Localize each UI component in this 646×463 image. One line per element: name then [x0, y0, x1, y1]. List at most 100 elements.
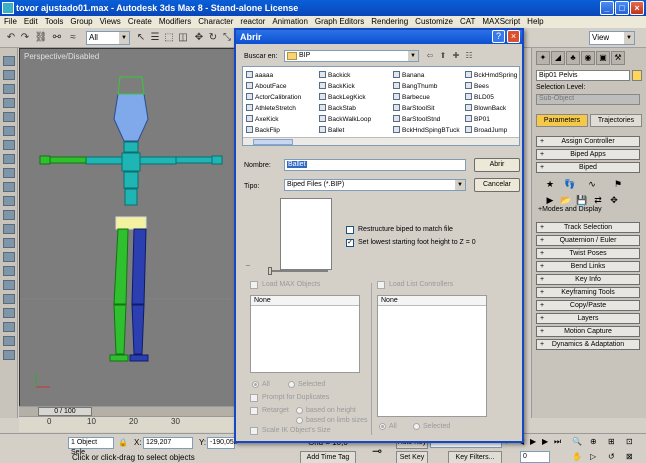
field-of-view-icon[interactable]: ▷	[590, 452, 596, 461]
file-item[interactable]: AthleteStretch	[246, 103, 301, 114]
select-object-icon[interactable]: ↖	[134, 31, 148, 45]
tool-icon[interactable]	[3, 56, 15, 66]
rollout-assign-controller[interactable]: + Assign Controller	[536, 136, 640, 147]
view-select[interactable]: View ▼	[589, 31, 635, 45]
rollout-layers[interactable]: + Layers	[536, 313, 640, 324]
tool-icon[interactable]	[3, 252, 15, 262]
tool-icon[interactable]	[3, 322, 15, 332]
radio-based-on-limb[interactable]	[296, 417, 303, 424]
arc-rotate-icon[interactable]: ↺	[608, 452, 615, 461]
x-coordinate-field[interactable]: 129,207	[143, 437, 193, 449]
tool-icon[interactable]	[3, 280, 15, 290]
up-folder-icon[interactable]: ⬆	[437, 50, 449, 62]
tool-icon[interactable]	[3, 140, 15, 150]
lock-icon[interactable]: 🔒	[118, 438, 128, 447]
tool-icon[interactable]	[3, 98, 15, 108]
tool-icon[interactable]	[3, 336, 15, 346]
dialog-close-button[interactable]: ×	[507, 30, 520, 43]
file-item[interactable]: BangThumb	[393, 81, 460, 92]
file-item[interactable]: AboutFace	[246, 81, 301, 92]
file-item[interactable]: BarStoolStnd	[393, 114, 460, 125]
file-item[interactable]: Backick	[319, 70, 371, 81]
display-tab-icon[interactable]: ▣	[596, 51, 610, 65]
rollout-track-selection[interactable]: + Track Selection	[536, 222, 640, 233]
modify-tab-icon[interactable]: ◢	[551, 51, 565, 65]
motion-tab-icon[interactable]: ◉	[581, 51, 595, 65]
rollout-key-info[interactable]: + Key Info	[536, 274, 640, 285]
preview-slider[interactable]	[268, 267, 328, 275]
parameters-tab[interactable]: Parameters	[536, 114, 588, 127]
file-item[interactable]: BarStoolSit	[393, 103, 460, 114]
tool-icon[interactable]	[3, 196, 15, 206]
menu-reactor[interactable]: reactor	[236, 16, 268, 26]
file-item[interactable]: BP01	[465, 114, 517, 125]
menu-graph-editors[interactable]: Graph Editors	[311, 16, 367, 26]
link-icon[interactable]: ⛓	[34, 31, 48, 45]
file-type-select[interactable]: Biped Files (*.BIP) ▼	[284, 179, 466, 191]
footstep-mode-icon[interactable]: 👣	[564, 178, 576, 190]
object-color-swatch[interactable]	[632, 70, 642, 81]
tool-icon[interactable]	[3, 308, 15, 318]
max-objects-list[interactable]: None	[250, 295, 360, 373]
file-item[interactable]: Barbecue	[393, 92, 460, 103]
tool-icon[interactable]	[3, 112, 15, 122]
add-time-tag-button[interactable]: Add Time Tag	[300, 451, 356, 463]
file-item[interactable]: BroadJump	[465, 125, 517, 136]
file-item[interactable]: BckHndSpingBTuck	[393, 125, 460, 136]
motion-flow-icon[interactable]: ∿	[586, 178, 598, 190]
tool-icon[interactable]	[3, 182, 15, 192]
file-item[interactable]: Bees	[465, 81, 517, 92]
rollout-copy-paste[interactable]: + Copy/Paste	[536, 300, 640, 311]
mixer-mode-icon[interactable]: ⚑	[612, 178, 624, 190]
file-item[interactable]: BLD05	[465, 92, 517, 103]
maximize-viewport-icon[interactable]: ⊡	[626, 437, 633, 446]
key-filters-button[interactable]: Key Filters...	[448, 451, 502, 463]
zoom-extents-icon[interactable]: ⊞	[608, 437, 615, 446]
rollout-twist-poses[interactable]: + Twist Poses	[536, 248, 640, 259]
object-name-field[interactable]: Bip01 Pelvis	[536, 70, 630, 81]
menu-character[interactable]: Character	[194, 16, 236, 26]
file-item[interactable]: BackKick	[319, 81, 371, 92]
sub-object-select[interactable]: Sub-Object	[536, 94, 640, 105]
next-frame-icon[interactable]: ▶	[542, 437, 548, 446]
tool-icon[interactable]	[3, 224, 15, 234]
new-folder-icon[interactable]: ✚	[450, 50, 462, 62]
file-item[interactable]: BackFlip	[246, 125, 301, 136]
restructure-checkbox[interactable]	[346, 226, 354, 234]
rollout-keyframing-tools[interactable]: + Keyframing Tools	[536, 287, 640, 298]
file-item[interactable]: AxeKick	[246, 114, 301, 125]
trajectories-tab[interactable]: Trajectories	[590, 114, 642, 127]
y-coordinate-field[interactable]: -190,052	[207, 437, 238, 449]
rollout-quaternion-euler[interactable]: + Quaternion / Euler	[536, 235, 640, 246]
set-lowest-checkbox[interactable]: ✓	[346, 239, 354, 247]
tool-icon[interactable]	[3, 266, 15, 276]
frame-indicator[interactable]: 0 / 100	[38, 407, 92, 416]
modes-and-display[interactable]: +Modes and Display	[538, 206, 602, 213]
tool-icon[interactable]	[3, 126, 15, 136]
select-by-name-icon[interactable]: ☰	[148, 31, 162, 45]
back-icon[interactable]: ⇦	[424, 50, 436, 62]
rectangular-selection-icon[interactable]: ⬚	[162, 31, 176, 45]
file-item[interactable]: BackStab	[319, 103, 371, 114]
rollout-dynamics-adaptation[interactable]: + Dynamics & Adaptation	[536, 339, 640, 350]
help-button[interactable]: ?	[492, 30, 505, 43]
file-item[interactable]: BackWalkLoop	[319, 114, 371, 125]
menu-animation[interactable]: Animation	[268, 16, 311, 26]
retarget-checkbox[interactable]	[250, 407, 258, 415]
convert-icon[interactable]: ⇄	[592, 194, 604, 206]
pan-icon[interactable]: ✋	[572, 452, 582, 461]
menu-group[interactable]: Group	[66, 16, 95, 26]
biped-playback-icon[interactable]: ▶	[544, 194, 556, 206]
file-item[interactable]: BlownBack	[465, 103, 517, 114]
file-item[interactable]: Banana	[393, 70, 460, 81]
file-name-input[interactable]: Ballet	[284, 159, 466, 171]
menu-views[interactable]: Views	[96, 16, 124, 26]
tool-icon[interactable]	[3, 210, 15, 220]
prompt-duplicates-checkbox[interactable]	[250, 394, 258, 402]
menu-modifiers[interactable]: Modifiers	[155, 16, 194, 26]
hierarchy-tab-icon[interactable]: ♣	[566, 51, 580, 65]
go-to-end-icon[interactable]: ⏭	[554, 437, 561, 447]
tool-icon[interactable]	[3, 70, 15, 80]
menu-help[interactable]: Help	[523, 16, 546, 26]
redo-icon[interactable]: ↷	[18, 31, 32, 45]
